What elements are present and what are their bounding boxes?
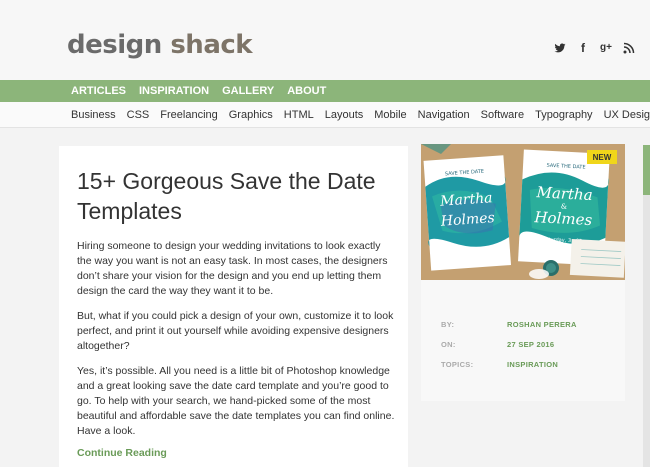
category-typography[interactable]: Typography — [535, 102, 592, 128]
category-nav: Business CSS Freelancing Graphics HTML L… — [0, 102, 650, 128]
category-mobile[interactable]: Mobile — [374, 102, 406, 128]
next-card-accent — [643, 145, 650, 195]
social-links: f g+ — [553, 41, 636, 55]
logo-text-shack: shack — [170, 30, 253, 60]
article-thumbnail[interactable]: SAVE THE DATE Martha Holmes SAVE THE DAT… — [421, 144, 625, 280]
meta-topics-value[interactable]: INSPIRATION — [507, 360, 558, 369]
article-card: 15+ Gorgeous Save the Date Templates Hir… — [59, 146, 408, 467]
meta-topics-label: TOPICS: — [441, 360, 474, 369]
new-badge: NEW — [593, 153, 612, 162]
primary-nav: Articles Inspiration Gallery About — [0, 80, 650, 102]
category-navigation[interactable]: Navigation — [418, 102, 470, 128]
excerpt-paragraph-3: Yes, it’s possible. All you need is a li… — [77, 365, 395, 437]
meta-author-label: BY: — [441, 320, 455, 329]
excerpt-paragraph-1: Hiring someone to design your wedding in… — [77, 240, 388, 297]
right-card-name-1: Martha — [535, 183, 593, 204]
site-header: design shack f g+ — [0, 0, 650, 80]
category-software[interactable]: Software — [481, 102, 524, 128]
nav-inspiration[interactable]: Inspiration — [139, 80, 209, 102]
excerpt-paragraph-2: But, what if you could pick a design of … — [77, 310, 394, 352]
googleplus-icon[interactable]: g+ — [599, 41, 613, 55]
nav-articles[interactable]: Articles — [71, 80, 126, 102]
category-html[interactable]: HTML — [284, 102, 314, 128]
category-business[interactable]: Business — [71, 102, 116, 128]
meta-date-label: ON: — [441, 340, 456, 349]
nav-gallery[interactable]: Gallery — [222, 80, 274, 102]
category-freelancing[interactable]: Freelancing — [160, 102, 217, 128]
meta-date-value: 27 SEP 2016 — [507, 340, 555, 349]
continue-reading-link[interactable]: Continue Reading — [77, 447, 167, 459]
rss-icon[interactable] — [622, 41, 636, 55]
category-graphics[interactable]: Graphics — [229, 102, 273, 128]
article-title[interactable]: 15+ Gorgeous Save the Date Templates — [77, 166, 397, 226]
nav-about[interactable]: About — [287, 80, 326, 102]
category-layouts[interactable]: Layouts — [325, 102, 364, 128]
site-logo[interactable]: design shack — [67, 30, 253, 60]
twitter-icon[interactable] — [553, 41, 567, 55]
save-the-date-cards-image: SAVE THE DATE Martha Holmes SAVE THE DAT… — [421, 144, 625, 280]
article-meta: BY: ROSHAN PERERA ON: 27 SEP 2016 TOPICS… — [421, 280, 625, 401]
meta-author-value[interactable]: ROSHAN PERERA — [507, 320, 577, 329]
right-card-name-2: Holmes — [533, 208, 593, 229]
facebook-icon[interactable]: f — [576, 41, 590, 55]
logo-text-design: design — [67, 30, 162, 60]
category-ux-design[interactable]: UX Design — [604, 102, 650, 128]
category-css[interactable]: CSS — [127, 102, 150, 128]
